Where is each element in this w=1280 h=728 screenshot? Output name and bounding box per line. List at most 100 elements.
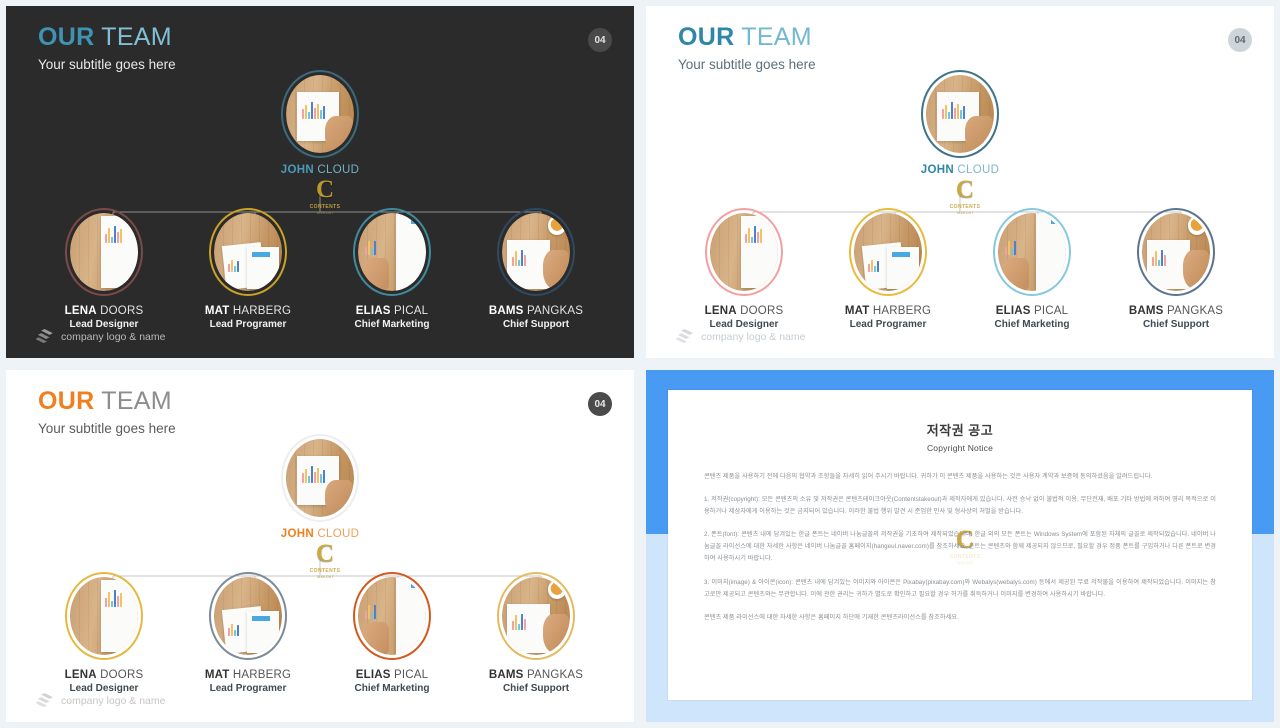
member-avatar-ring: [353, 572, 431, 660]
member-avatar-ring: [209, 208, 287, 296]
desk-photo: [854, 213, 922, 291]
member-first-name: LENA: [64, 669, 97, 681]
member-last-name: HARBERG: [869, 305, 932, 317]
org-node-member[interactable]: MAT HARBERG Lead Programer: [183, 572, 313, 694]
member-avatar: [70, 213, 138, 291]
member-avatar: [710, 213, 778, 291]
member-avatar: [998, 213, 1066, 291]
copyright-title-en: Copyright Notice: [926, 443, 994, 453]
member-name: BAMS PANGKAS: [471, 305, 601, 317]
desk-photo: [358, 213, 426, 291]
ceo-avatar: [926, 75, 994, 153]
member-name: ELIAS PICAL: [327, 669, 457, 681]
copyright-paragraph: 콘텐츠 제품을 사용하기 전에 다음의 협약과 조항들을 자세히 읽어 주시기 …: [704, 473, 1153, 480]
slide-footer: company logo & name: [676, 329, 805, 344]
desk-photo: [926, 75, 994, 153]
member-name: BAMS PANGKAS: [1111, 305, 1241, 317]
org-node-ceo[interactable]: JOHN CLOUD: [225, 434, 415, 540]
member-name: ELIAS PICAL: [327, 305, 457, 317]
org-node-member[interactable]: BAMS PANGKAS Chief Support: [471, 208, 601, 330]
member-first-name: MAT: [204, 305, 230, 317]
member-first-name: ELIAS: [355, 305, 391, 317]
org-member-row: LENA DOORS Lead Designer MAT HARBERG Lea…: [6, 208, 634, 330]
page-title: OUR TEAM: [678, 24, 816, 50]
member-last-name: DOORS: [96, 669, 144, 681]
org-node-member[interactable]: ELIAS PICAL Chief Marketing: [327, 572, 457, 694]
member-avatar: [214, 577, 282, 655]
org-chart: JOHN CLOUD LENA DOORS Lead Designer MAT …: [6, 62, 634, 330]
member-last-name: PANGKAS: [523, 305, 584, 317]
slide-footer: company logo & name: [36, 329, 165, 344]
member-name: BAMS PANGKAS: [471, 669, 601, 681]
member-role: Lead Programer: [209, 319, 287, 330]
member-name: MAT HARBERG: [183, 669, 313, 681]
org-node-member[interactable]: ELIAS PICAL Chief Marketing: [967, 208, 1097, 330]
member-last-name: PICAL: [390, 669, 429, 681]
member-last-name: DOORS: [96, 305, 144, 317]
member-role: Chief Support: [502, 319, 570, 330]
member-avatar: [70, 577, 138, 655]
page-number-badge: 04: [588, 392, 612, 416]
org-node-member[interactable]: LENA DOORS Lead Designer: [39, 208, 169, 330]
org-node-member[interactable]: MAT HARBERG Lead Programer: [183, 208, 313, 330]
member-avatar-ring: [705, 208, 783, 296]
org-node-ceo[interactable]: JOHN CLOUD: [225, 70, 415, 176]
footer-label: company logo & name: [701, 330, 806, 343]
footer-label: company logo & name: [61, 330, 166, 343]
member-last-name: PICAL: [390, 305, 429, 317]
page-title-strong: OUR: [38, 387, 95, 415]
member-avatar: [358, 577, 426, 655]
member-role: Chief Marketing: [994, 319, 1070, 330]
ceo-last-name: CLOUD: [313, 528, 360, 540]
layers-logo-icon: [676, 329, 693, 344]
copyright-title-ko: 저작권 공고: [926, 423, 994, 438]
slide-panel-copyright-notice[interactable]: 저작권 공고 Copyright Notice 콘텐츠 제품을 사용하기 전에 …: [646, 370, 1274, 722]
slide-panel-light-orange[interactable]: OUR TEAM Your subtitle goes here 04 JOHN…: [6, 370, 634, 722]
member-role: Chief Marketing: [354, 683, 430, 694]
org-node-member[interactable]: MAT HARBERG Lead Programer: [823, 208, 953, 330]
member-name: LENA DOORS: [39, 669, 169, 681]
page-title-strong: OUR: [678, 23, 735, 51]
member-avatar: [1142, 213, 1210, 291]
member-avatar-ring: [209, 572, 287, 660]
member-name: MAT HARBERG: [823, 305, 953, 317]
copyright-paragraph: 3. 이미지(image) & 아이콘(icon): 콘텐츠 내에 담겨있는 이…: [704, 578, 1216, 598]
copyright-paragraph: 1. 저작권(copyright): 모든 콘텐츠의 소유 및 저작권은 콘텐츠…: [704, 496, 1216, 516]
desk-photo: [70, 577, 138, 655]
member-avatar-ring: [65, 572, 143, 660]
member-avatar-ring: [497, 572, 575, 660]
footer-label: company logo & name: [61, 694, 166, 707]
ceo-first-name: JOHN: [920, 164, 954, 176]
page-title: OUR TEAM: [38, 388, 176, 414]
org-node-member[interactable]: ELIAS PICAL Chief Marketing: [327, 208, 457, 330]
slide-panel-light-blue[interactable]: OUR TEAM Your subtitle goes here 04 JOHN…: [646, 6, 1274, 358]
member-last-name: PANGKAS: [1163, 305, 1224, 317]
ceo-last-name: CLOUD: [953, 164, 1000, 176]
copyright-body: 콘텐츠 제품을 사용하기 전에 다음의 협약과 조항들을 자세히 읽어 주시기 …: [704, 471, 1216, 624]
org-node-ceo[interactable]: JOHN CLOUD: [865, 70, 1055, 176]
member-role: Chief Support: [1142, 319, 1210, 330]
ceo-avatar: [286, 75, 354, 153]
member-role: Chief Marketing: [354, 319, 430, 330]
member-first-name: ELIAS: [995, 305, 1031, 317]
desk-photo: [1142, 213, 1210, 291]
org-member-row: LENA DOORS Lead Designer MAT HARBERG Lea…: [6, 572, 634, 694]
org-node-member[interactable]: LENA DOORS Lead Designer: [679, 208, 809, 330]
desk-photo: [358, 577, 426, 655]
member-first-name: MAT: [204, 669, 230, 681]
desk-photo: [286, 439, 354, 517]
slide-panel-dark-teal[interactable]: OUR TEAM Your subtitle goes here 04 JOHN…: [6, 6, 634, 358]
layers-logo-icon: [36, 693, 53, 708]
member-first-name: ELIAS: [355, 669, 391, 681]
member-last-name: PANGKAS: [523, 669, 584, 681]
page-number-badge: 04: [1228, 28, 1252, 52]
member-role: Chief Support: [502, 683, 570, 694]
member-role: Lead Programer: [209, 683, 287, 694]
org-node-member[interactable]: LENA DOORS Lead Designer: [39, 572, 169, 694]
desk-photo: [214, 213, 282, 291]
page-title-light: TEAM: [734, 23, 812, 51]
org-node-member[interactable]: BAMS PANGKAS Chief Support: [1111, 208, 1241, 330]
org-node-member[interactable]: BAMS PANGKAS Chief Support: [471, 572, 601, 694]
page-title-light: TEAM: [94, 387, 172, 415]
page-number-badge: 04: [588, 28, 612, 52]
